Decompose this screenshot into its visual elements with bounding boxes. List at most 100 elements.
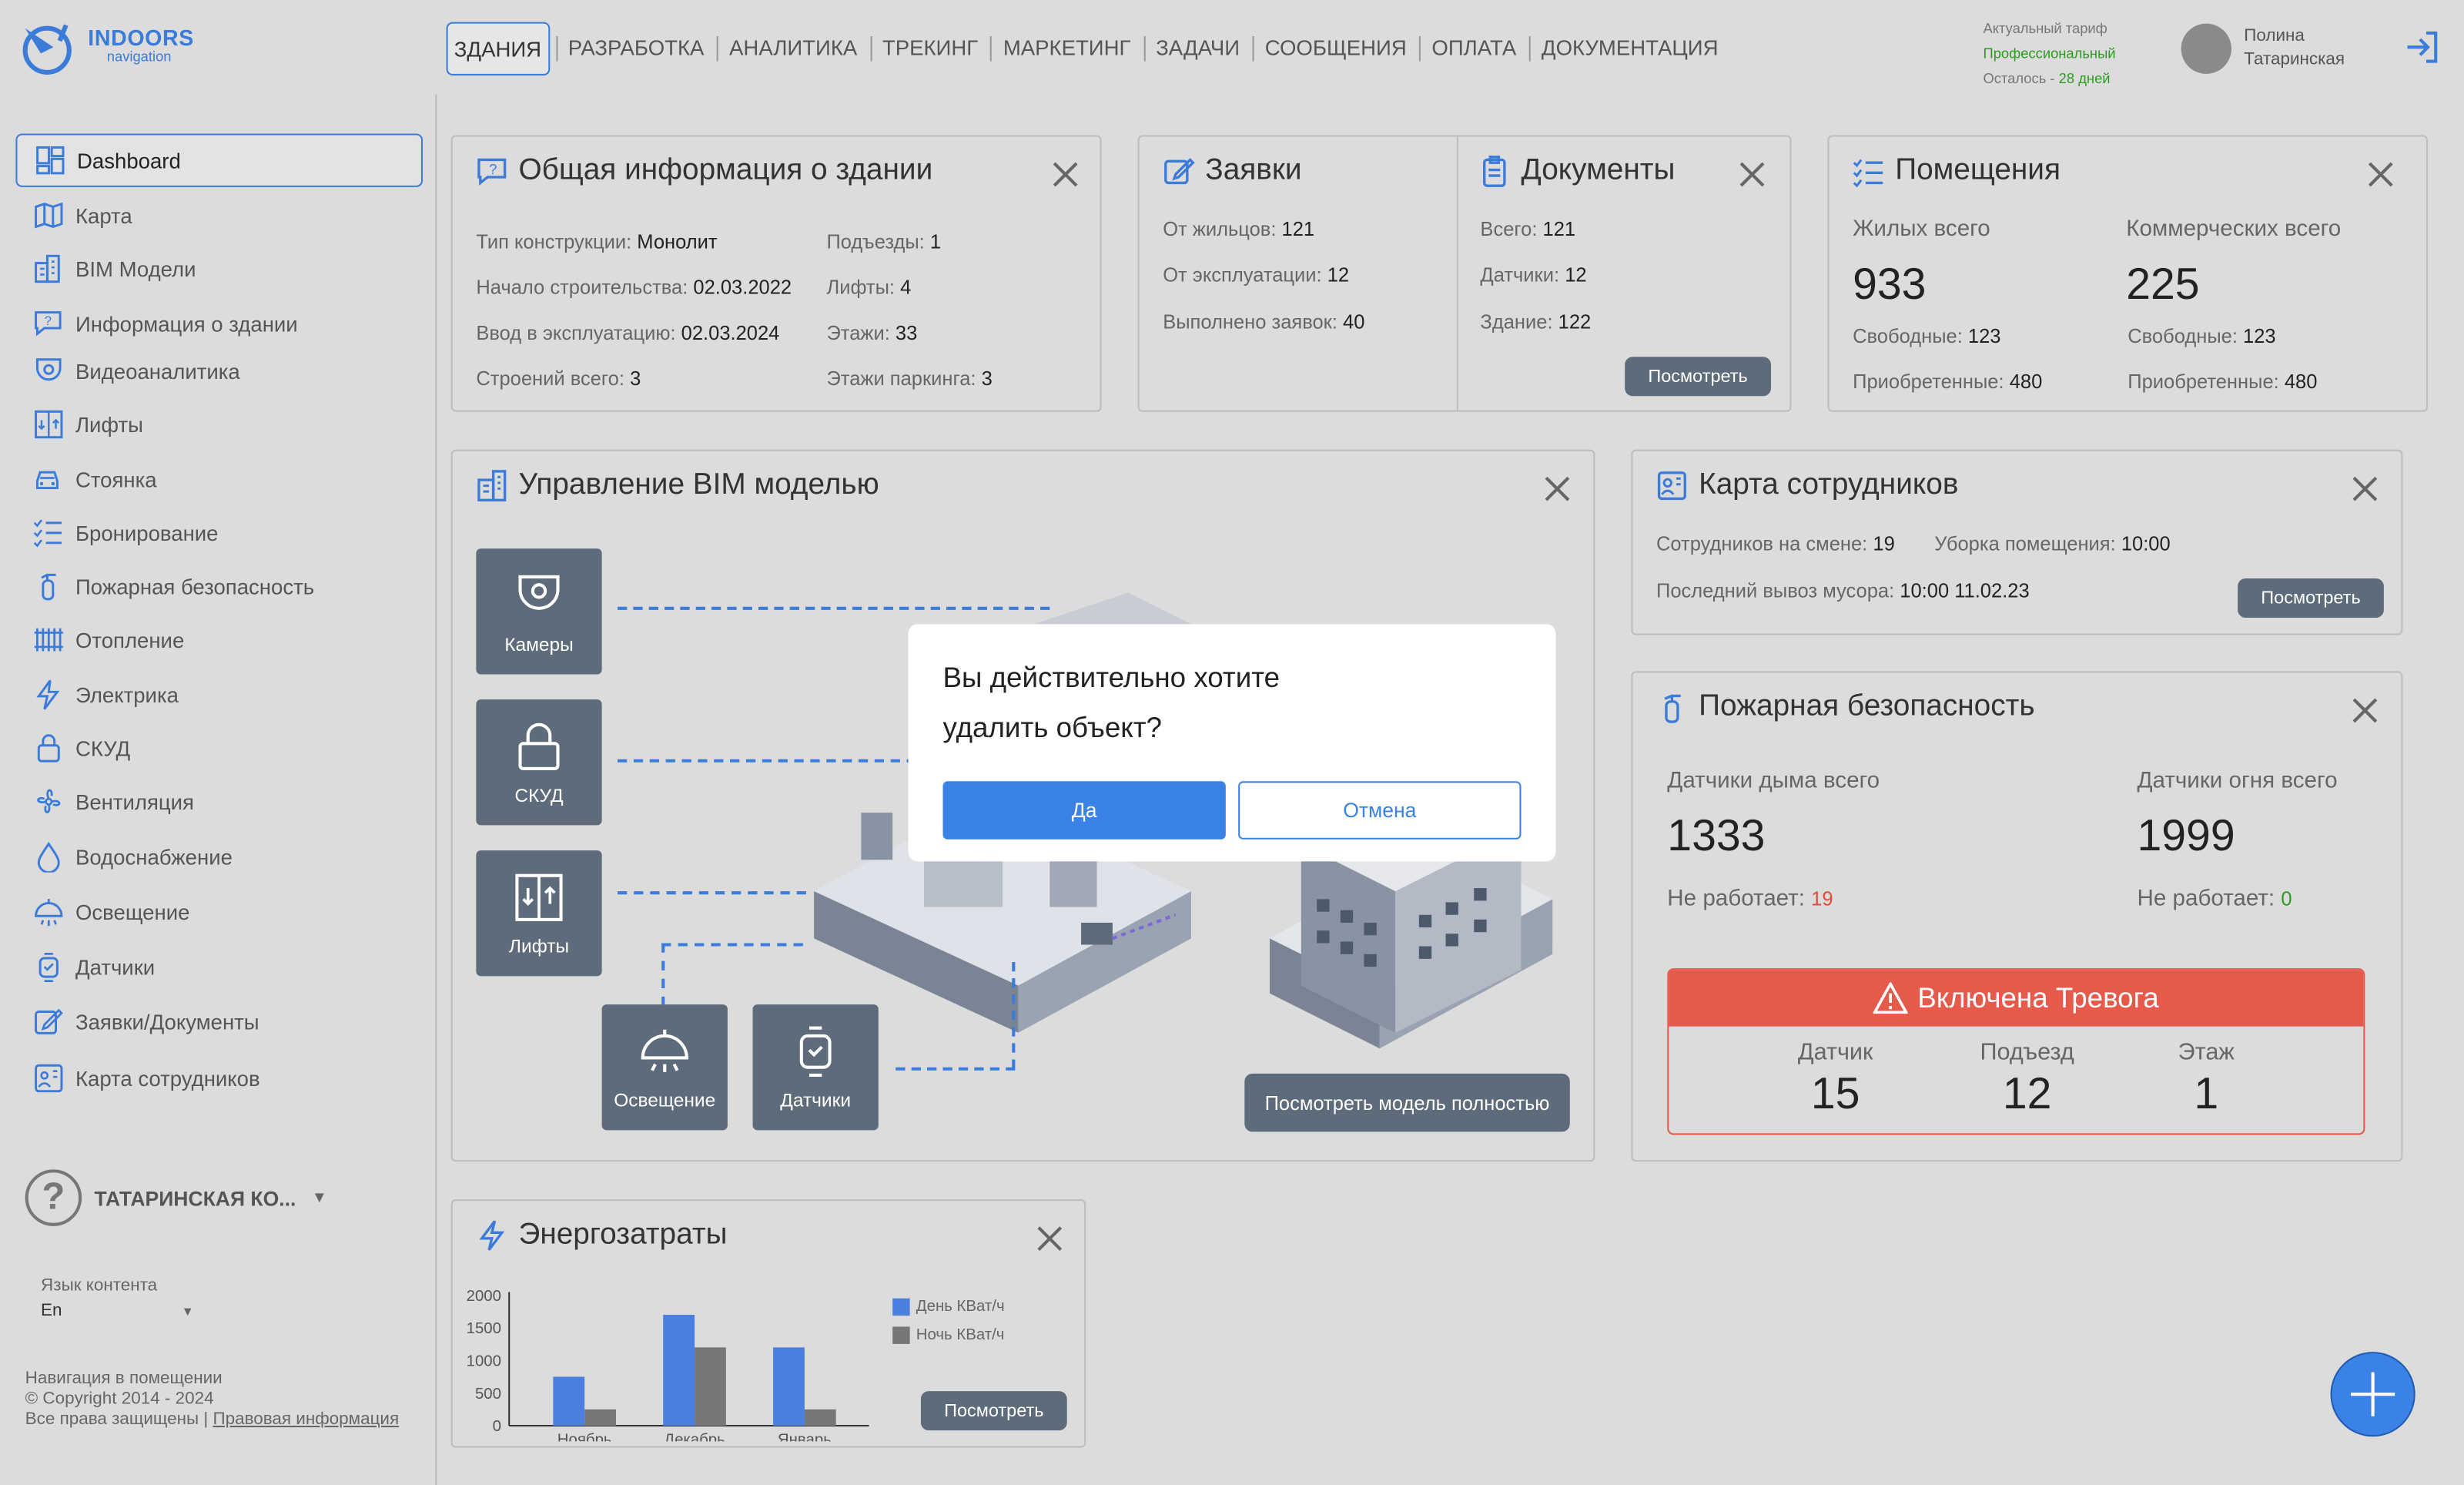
bim-elevators-button[interactable]: Лифты bbox=[476, 850, 602, 977]
language-selector[interactable]: Язык контента En ▼ bbox=[41, 1273, 194, 1325]
fire-title-row: Пожарная безопасность bbox=[1655, 690, 2035, 725]
rooms-title: Помещения bbox=[1895, 153, 2061, 187]
logo-title: INDOORS bbox=[88, 25, 194, 51]
close-icon[interactable] bbox=[2352, 476, 2378, 501]
commercial-value: 225 bbox=[2126, 259, 2200, 308]
info-value: 3 bbox=[630, 367, 641, 391]
chevron-down-icon: ▼ bbox=[181, 1304, 194, 1319]
close-icon[interactable] bbox=[1545, 476, 1570, 501]
staff-cleaning: Уборка помещения: 10:00 bbox=[1934, 533, 2170, 555]
bought-label: Приобретенные: bbox=[2128, 370, 2279, 394]
sidebar-item-label: Освещение bbox=[75, 900, 190, 924]
fire-title: Пожарная безопасность bbox=[1699, 689, 2035, 723]
sidebar-item-car[interactable]: Стоянка bbox=[15, 453, 423, 506]
user-profile[interactable]: Полина Татаринская bbox=[2181, 23, 2345, 74]
staff-cleaning-value: 10:00 bbox=[2121, 532, 2171, 555]
nav-tab-messages[interactable]: СООБЩЕНИЯ bbox=[1252, 22, 1419, 75]
requests-title-row: Заявки bbox=[1161, 154, 1302, 189]
nav-tab-payment[interactable]: ОПЛАТА bbox=[1419, 22, 1529, 75]
nav-tab-development[interactable]: РАЗРАБОТКА bbox=[555, 22, 716, 75]
svg-text:?: ? bbox=[489, 161, 497, 177]
residential-value: 933 bbox=[1853, 259, 1927, 308]
alarm-col-label: Этаж bbox=[2178, 1038, 2235, 1066]
sidebar-item-edit[interactable]: Заявки/Документы bbox=[15, 995, 423, 1048]
nav-tab-tasks[interactable]: ЗАДАЧИ bbox=[1143, 22, 1253, 75]
close-icon[interactable] bbox=[1739, 162, 1765, 187]
legend-label-day: День КВат/ч bbox=[916, 1298, 1005, 1316]
nav-tab-marketing[interactable]: МАРКЕТИНГ bbox=[990, 22, 1143, 75]
bim-lighting-button[interactable]: Освещение bbox=[601, 1004, 728, 1131]
avatar[interactable] bbox=[2181, 23, 2231, 74]
nav-tab-buildings[interactable]: ЗДАНИЯ bbox=[446, 22, 550, 75]
bim-lighting-label: Освещение bbox=[614, 1089, 716, 1111]
logo-subtitle: navigation bbox=[106, 49, 172, 65]
logout-icon[interactable] bbox=[2404, 28, 2442, 66]
bar-night bbox=[584, 1409, 616, 1426]
sidebar-item-info-chat[interactable]: ? Информация о здании bbox=[15, 297, 423, 350]
sidebar-item-camera[interactable]: Видеоаналитика bbox=[15, 344, 423, 397]
sidebar-item-staff-map[interactable]: Карта сотрудников bbox=[15, 1051, 423, 1105]
confirm-yes-button[interactable]: Да bbox=[942, 781, 1226, 840]
close-icon[interactable] bbox=[1053, 162, 1078, 187]
info-value: 4 bbox=[900, 277, 912, 299]
sidebar-item-label: Стоянка bbox=[75, 468, 157, 491]
bar-day bbox=[663, 1315, 695, 1426]
nav-tab-tracking[interactable]: ТРЕКИНГ bbox=[869, 22, 991, 75]
staff-shift-value: 19 bbox=[1873, 532, 1895, 555]
sensor-icon bbox=[32, 950, 66, 984]
sidebar-item-lightning[interactable]: Электрика bbox=[15, 668, 423, 721]
lock-icon bbox=[518, 722, 560, 770]
legal-info-link[interactable]: Правовая информация bbox=[213, 1410, 399, 1429]
alarm-panel[interactable]: Включена Тревога Датчик 15 Подъезд 12 Этаж… bbox=[1667, 968, 2365, 1135]
alarm-title: Включена Тревога bbox=[1917, 981, 2159, 1014]
lamp-icon bbox=[32, 894, 66, 929]
documents-view-button[interactable]: Посмотреть bbox=[1625, 357, 1771, 397]
app-logo[interactable]: INDOORS navigation bbox=[18, 18, 223, 82]
sidebar-item-lock[interactable]: СКУД bbox=[15, 722, 423, 775]
bim-view-full-button[interactable]: Посмотреть модель полностью bbox=[1244, 1073, 1570, 1132]
bim-cameras-button[interactable]: Камеры bbox=[476, 548, 602, 675]
document-key: Всего: bbox=[1480, 218, 1538, 241]
company-selector[interactable]: ? ТАТАРИНСКАЯ КО... ▼ bbox=[25, 1169, 327, 1226]
sidebar-item-label: Заявки/Документы bbox=[75, 1010, 259, 1034]
nav-tab-analytics[interactable]: АНАЛИТИКА bbox=[716, 22, 870, 75]
sidebar-item-lamp[interactable]: Освещение bbox=[15, 885, 423, 938]
cancel-button[interactable]: Отмена bbox=[1238, 781, 1522, 840]
sidebar-item-sensor[interactable]: Датчики bbox=[15, 940, 423, 993]
document-row: Датчики: 12 bbox=[1480, 264, 1586, 287]
sidebar-item-fan[interactable]: Вентиляция bbox=[15, 775, 423, 828]
close-icon[interactable] bbox=[1037, 1226, 1063, 1252]
residential-bought: Приобретенные: 480 bbox=[1853, 371, 2042, 394]
building-info-title: Общая информация о здании bbox=[518, 153, 933, 187]
sidebar-item-dashboard[interactable]: Dashboard bbox=[15, 133, 423, 187]
sidebar-item-drop[interactable]: Водоснабжение bbox=[15, 830, 423, 883]
sidebar-item-label: Пожарная безопасность bbox=[75, 574, 315, 598]
sidebar-item-label: Карта bbox=[75, 203, 132, 227]
sidebar-item-radiator[interactable]: Отопление bbox=[15, 613, 423, 666]
confirm-delete-dialog: Вы действительно хотите удалить объект? … bbox=[908, 624, 1556, 862]
staff-map-view-button[interactable]: Посмотреть bbox=[2238, 578, 2384, 618]
connector-line bbox=[661, 943, 803, 947]
energy-chart: 2000 1500 1000 500 0 Ноябрь Декабрь Январь bbox=[467, 1288, 869, 1441]
bim-sensors-button[interactable]: Датчики bbox=[752, 1004, 879, 1131]
y-tick-label: 1500 bbox=[467, 1320, 501, 1337]
close-icon[interactable] bbox=[2368, 162, 2393, 187]
bim-access-button[interactable]: СКУД bbox=[476, 699, 602, 826]
footer-rights: Все права защищены | bbox=[25, 1410, 209, 1430]
close-icon[interactable] bbox=[2352, 698, 2378, 723]
legend-item-night: Ночь КВат/ч bbox=[892, 1326, 1004, 1344]
sidebar-item-map[interactable]: Карта bbox=[15, 189, 423, 242]
rooms-title-row: Помещения bbox=[1851, 154, 2061, 189]
connector-line bbox=[618, 759, 916, 763]
sidebar-item-extinguisher[interactable]: Пожарная безопасность bbox=[15, 560, 423, 613]
energy-view-button[interactable]: Посмотреть bbox=[920, 1391, 1067, 1431]
nav-tab-docs[interactable]: ДОКУМЕНТАЦИЯ bbox=[1528, 22, 1731, 75]
y-tick-label: 500 bbox=[475, 1386, 501, 1403]
info-row: Лифты: 4 bbox=[826, 277, 911, 299]
staff-map-card: Карта сотрудников Сотрудников на смене: … bbox=[1631, 449, 2403, 635]
sidebar-item-building[interactable]: BIM Модели bbox=[15, 242, 423, 295]
lamp-icon bbox=[641, 1029, 688, 1072]
sidebar-item-elevator[interactable]: Лифты bbox=[15, 397, 423, 451]
sidebar-item-list-check[interactable]: Бронирование bbox=[15, 506, 423, 559]
add-button[interactable] bbox=[2330, 1352, 2415, 1437]
